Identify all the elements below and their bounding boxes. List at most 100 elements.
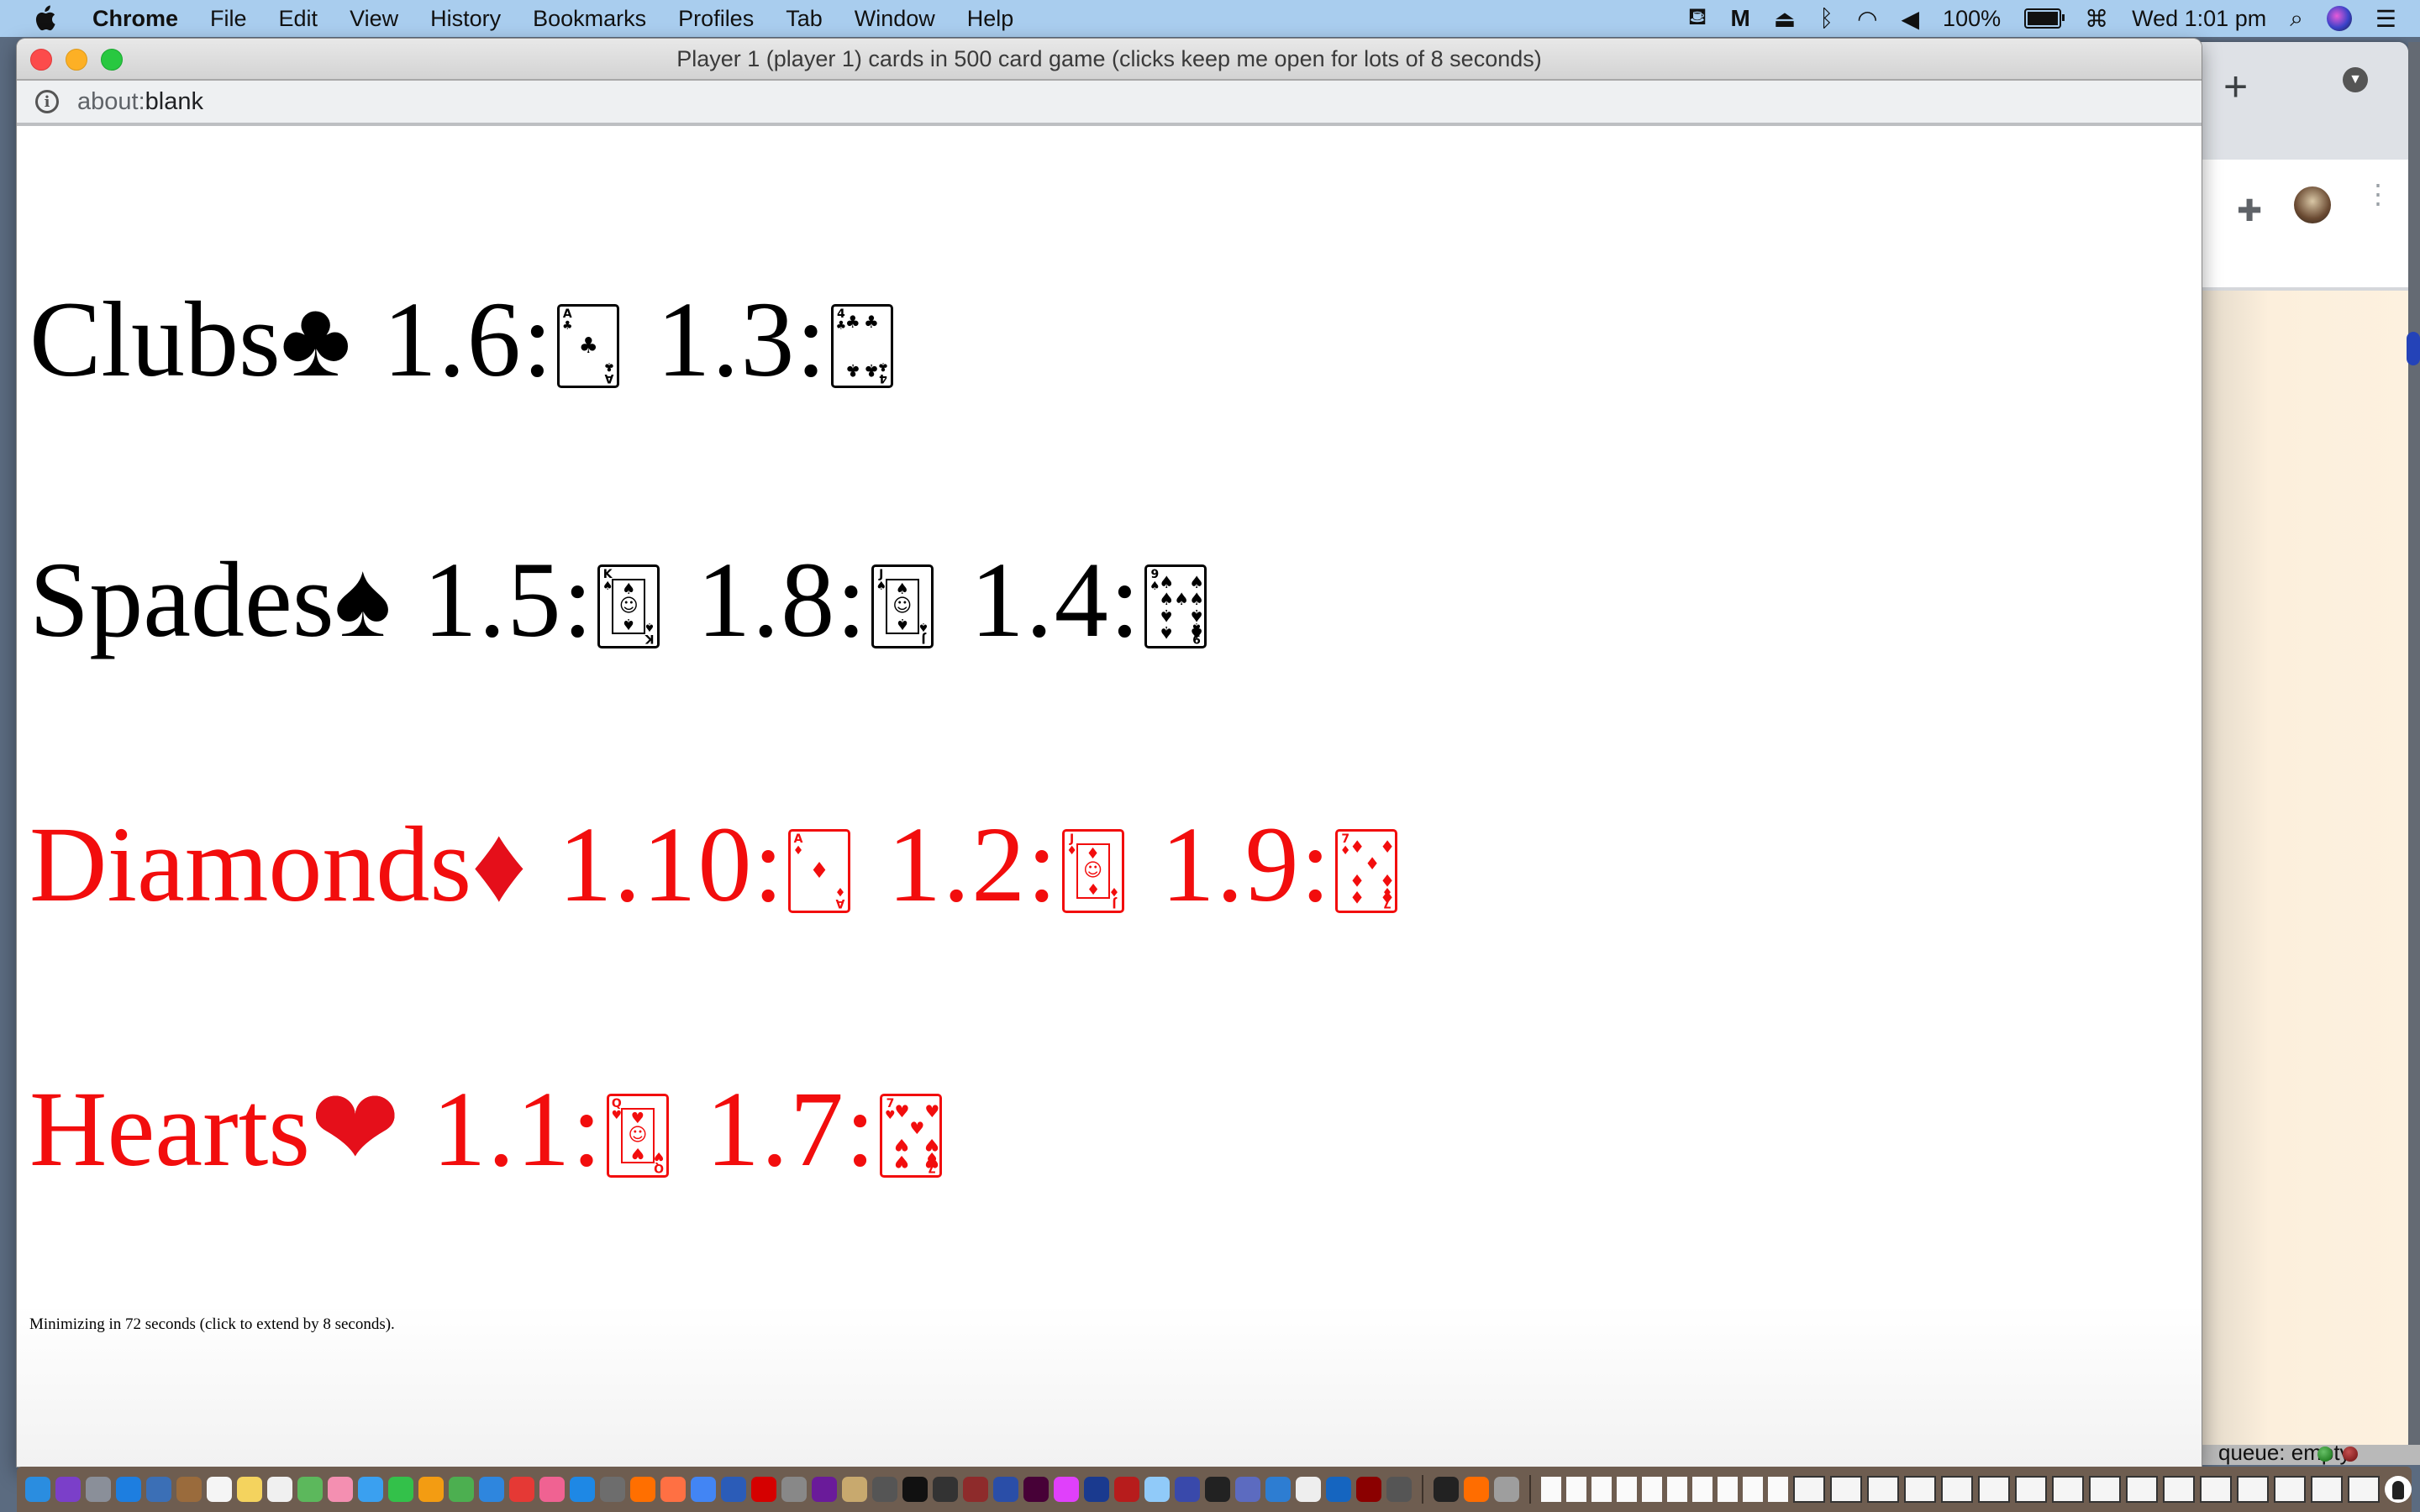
dock-minimized-window-thumbnail[interactable] bbox=[2015, 1476, 2047, 1503]
dock-document-icon[interactable] bbox=[1768, 1477, 1788, 1502]
card-entry[interactable]: 1.2: J ♦ J ♦ ♦ ☺ ♦ bbox=[887, 811, 1124, 918]
dock-user-icon[interactable] bbox=[2385, 1476, 2412, 1503]
dock-app-icon[interactable] bbox=[902, 1477, 928, 1502]
dock-document-icon[interactable] bbox=[1591, 1477, 1612, 1502]
dock-app-icon[interactable] bbox=[388, 1477, 413, 1502]
avast-icon[interactable]: ⛾ bbox=[1688, 3, 1707, 34]
dock-app-icon[interactable] bbox=[1084, 1477, 1109, 1502]
dock-app-icon[interactable] bbox=[207, 1477, 232, 1502]
dock-app-icon[interactable] bbox=[721, 1477, 746, 1502]
dock-app-icon[interactable] bbox=[237, 1477, 262, 1502]
dock-app-icon[interactable] bbox=[691, 1477, 716, 1502]
dock-app-icon[interactable] bbox=[55, 1477, 81, 1502]
card-entry[interactable]: 1.4: 9 ♠ 9 ♠ ♠ ♠ ♠ ♠ ♠ ♠ ♠ ♠ ♠ bbox=[971, 546, 1207, 654]
dock-app-icon[interactable] bbox=[842, 1477, 867, 1502]
dock-app-icon[interactable] bbox=[449, 1477, 474, 1502]
dock-app-icon[interactable] bbox=[418, 1477, 444, 1502]
dock-app-icon[interactable] bbox=[328, 1477, 353, 1502]
dock-minimized-window-thumbnail[interactable] bbox=[1978, 1476, 2010, 1503]
dock-app-icon[interactable] bbox=[1235, 1477, 1260, 1502]
dock-minimized-window-thumbnail[interactable] bbox=[2311, 1476, 2343, 1503]
dock-app-icon[interactable] bbox=[1386, 1477, 1412, 1502]
dock-app-icon[interactable] bbox=[570, 1477, 595, 1502]
dock-app-icon[interactable] bbox=[1205, 1477, 1230, 1502]
minimize-window-button[interactable] bbox=[66, 49, 87, 71]
menu-item-chrome[interactable]: Chrome bbox=[92, 6, 178, 32]
dock-minimized-window-thumbnail[interactable] bbox=[1941, 1476, 1973, 1503]
dock-app-icon[interactable] bbox=[660, 1477, 686, 1502]
dock-app-icon[interactable] bbox=[176, 1477, 202, 1502]
menu-item-tab[interactable]: Tab bbox=[786, 6, 823, 32]
card-entry[interactable]: 1.3: 4 ♣ 4 ♣ ♣ ♣ ♣ ♣ bbox=[656, 286, 893, 393]
menu-item-help[interactable]: Help bbox=[967, 6, 1014, 32]
dock-app-icon[interactable] bbox=[479, 1477, 504, 1502]
close-window-button[interactable] bbox=[30, 49, 52, 71]
dock-document-icon[interactable] bbox=[1642, 1477, 1662, 1502]
menu-item-window[interactable]: Window bbox=[855, 6, 935, 32]
dock-app-icon[interactable] bbox=[1023, 1477, 1049, 1502]
dock-minimized-window-thumbnail[interactable] bbox=[2200, 1476, 2232, 1503]
wifi-icon[interactable]: ◠ bbox=[1857, 5, 1877, 33]
window-titlebar[interactable]: Player 1 (player 1) cards in 500 card ga… bbox=[17, 39, 2202, 81]
address-bar[interactable]: i about:blank bbox=[17, 81, 2202, 126]
notification-center-icon[interactable]: ☰ bbox=[2375, 5, 2396, 33]
playing-card-9-spades[interactable]: 9 ♠ 9 ♠ ♠ ♠ ♠ ♠ ♠ ♠ ♠ ♠ ♠ bbox=[1144, 564, 1207, 648]
dock-app-icon[interactable] bbox=[1356, 1477, 1381, 1502]
dock-app-icon[interactable] bbox=[1114, 1477, 1139, 1502]
dock-app-icon[interactable] bbox=[1175, 1477, 1200, 1502]
dock-minimized-window-thumbnail[interactable] bbox=[2163, 1476, 2195, 1503]
dock-app-icon[interactable] bbox=[600, 1477, 625, 1502]
dock-app-icon[interactable] bbox=[1265, 1477, 1291, 1502]
dock-app-icon[interactable] bbox=[812, 1477, 837, 1502]
dock-minimized-window-thumbnail[interactable] bbox=[1830, 1476, 1862, 1503]
dock-app-icon[interactable] bbox=[539, 1477, 565, 1502]
dock-app-icon[interactable] bbox=[358, 1477, 383, 1502]
dock-app-icon[interactable] bbox=[1494, 1477, 1519, 1502]
clock[interactable]: Wed 1:01 pm bbox=[2132, 6, 2266, 32]
dock-app-icon[interactable] bbox=[86, 1477, 111, 1502]
dock-minimized-window-thumbnail[interactable] bbox=[1793, 1476, 1825, 1503]
card-entry[interactable]: 1.7: 7 ♥ 7 ♥ ♥ ♥ ♥ ♥ ♥ ♥ ♥ bbox=[706, 1075, 943, 1183]
dock-app-icon[interactable] bbox=[1434, 1477, 1459, 1502]
dock-minimized-window-thumbnail[interactable] bbox=[2089, 1476, 2121, 1503]
dock-minimized-window-thumbnail[interactable] bbox=[2348, 1476, 2380, 1503]
dock-document-icon[interactable] bbox=[1667, 1477, 1687, 1502]
card-entry[interactable]: 1.1: Q ♥ Q ♥ ♥ ☺ ♥ bbox=[432, 1075, 669, 1183]
apple-menu-icon[interactable] bbox=[30, 4, 59, 33]
menu-item-bookmarks[interactable]: Bookmarks bbox=[533, 6, 646, 32]
menu-item-file[interactable]: File bbox=[210, 6, 247, 32]
dock-app-icon[interactable] bbox=[267, 1477, 292, 1502]
extensions-puzzle-icon[interactable]: ✚ bbox=[2237, 193, 2262, 228]
dock-app-icon[interactable] bbox=[933, 1477, 958, 1502]
dock-app-icon[interactable] bbox=[963, 1477, 988, 1502]
playing-card-j-diamonds[interactable]: J ♦ J ♦ ♦ ☺ ♦ bbox=[1061, 829, 1124, 913]
new-tab-plus-icon[interactable]: + bbox=[2223, 62, 2248, 111]
dock-app-icon[interactable] bbox=[1054, 1477, 1079, 1502]
page-content[interactable]: Clubs ♣ 1.6: A ♣ A ♣ ♣ 1.3: 4 ♣ 4 ♣ ♣ ♣ ♣ ♣ Spades ♠ 1.5: K ♠… bbox=[17, 126, 2202, 1467]
menu-item-history[interactable]: History bbox=[430, 6, 501, 32]
card-entry[interactable]: 1.9: 7 ♦ 7 ♦ ♦ ♦ ♦ ♦ ♦ ♦ ♦ bbox=[1161, 811, 1398, 918]
dock-app-icon[interactable] bbox=[25, 1477, 50, 1502]
more-menu-icon[interactable]: ⋮ bbox=[2365, 181, 2391, 207]
dock-app-icon[interactable] bbox=[1296, 1477, 1321, 1502]
dock-app-icon[interactable] bbox=[781, 1477, 807, 1502]
dock-document-icon[interactable] bbox=[1743, 1477, 1763, 1502]
battery-icon[interactable] bbox=[2024, 8, 2065, 29]
dock-minimized-window-thumbnail[interactable] bbox=[2237, 1476, 2269, 1503]
spotlight-search-icon[interactable]: ⌕ bbox=[2290, 5, 2303, 33]
playing-card-7-diamonds[interactable]: 7 ♦ 7 ♦ ♦ ♦ ♦ ♦ ♦ ♦ ♦ bbox=[1335, 829, 1398, 913]
dock-minimized-window-thumbnail[interactable] bbox=[1867, 1476, 1899, 1503]
dock-document-icon[interactable] bbox=[1718, 1477, 1738, 1502]
dock-minimized-window-thumbnail[interactable] bbox=[2274, 1476, 2306, 1503]
profile-avatar[interactable] bbox=[2294, 186, 2331, 223]
site-info-icon[interactable]: i bbox=[35, 90, 59, 113]
card-entry[interactable]: 1.5: K ♠ K ♠ ♠ ☺ ♠ bbox=[424, 546, 660, 654]
dock-app-icon[interactable] bbox=[297, 1477, 323, 1502]
volume-icon[interactable]: ◀ bbox=[1902, 5, 1920, 33]
playing-card-4-clubs[interactable]: 4 ♣ 4 ♣ ♣ ♣ ♣ ♣ bbox=[830, 304, 893, 388]
menu-item-edit[interactable]: Edit bbox=[279, 6, 318, 32]
card-entry[interactable]: 1.6: A ♣ A ♣ ♣ bbox=[383, 286, 620, 393]
dock-document-icon[interactable] bbox=[1617, 1477, 1637, 1502]
dock-app-icon[interactable] bbox=[751, 1477, 776, 1502]
dock-app-icon[interactable] bbox=[116, 1477, 141, 1502]
